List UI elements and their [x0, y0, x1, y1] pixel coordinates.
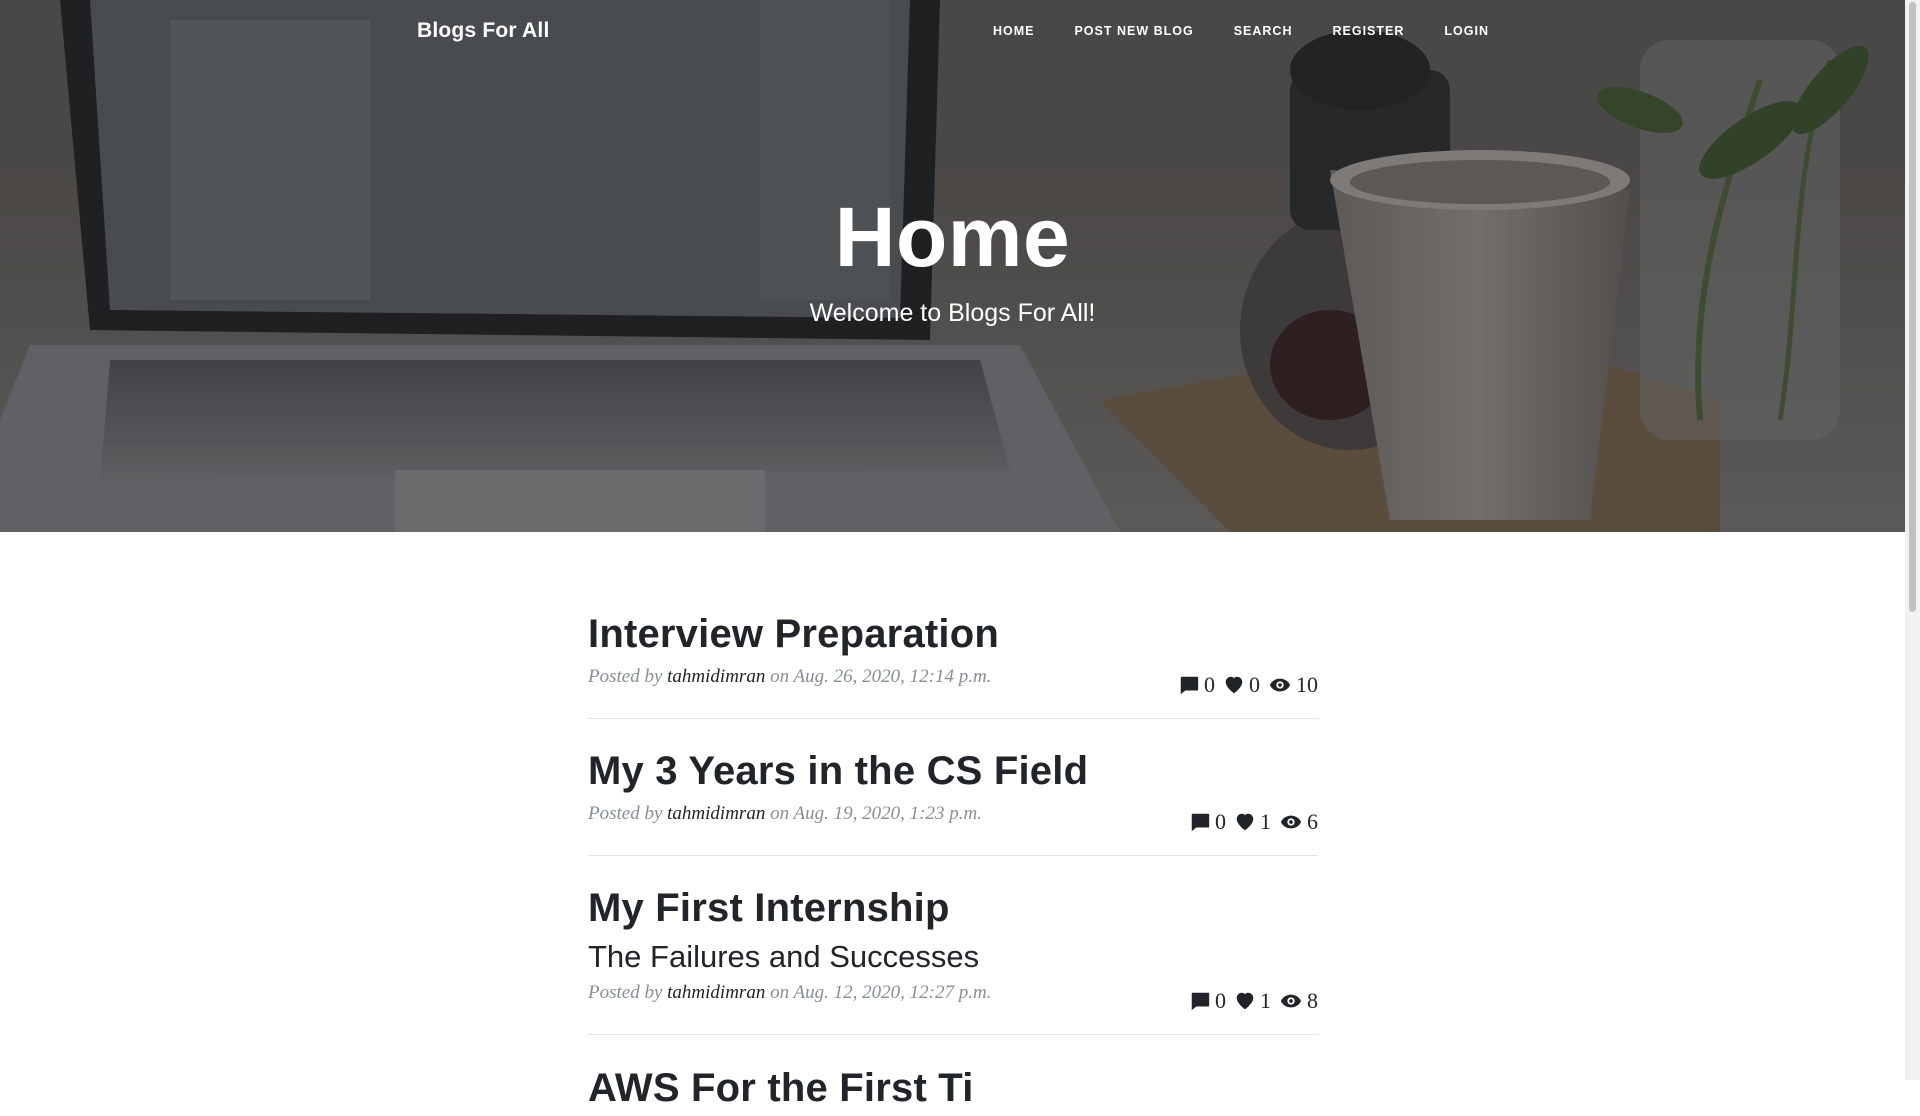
on-label: on: [770, 982, 790, 1003]
author-link[interactable]: tahmidimran: [667, 666, 765, 687]
view-count: 10: [1268, 672, 1318, 698]
post-date: Aug. 12, 2020, 12:27 p.m.: [793, 982, 992, 1003]
post-title[interactable]: AWS For the First Ti: [588, 1060, 974, 1116]
on-label: on: [770, 666, 790, 687]
post-stats: 0 1 6: [1181, 809, 1318, 835]
brand-link[interactable]: Blogs For All: [417, 19, 550, 43]
post-title[interactable]: Interview Preparation: [588, 606, 999, 662]
post-card: My First Internship The Failures and Suc…: [588, 880, 1318, 1035]
post-title[interactable]: My First Internship: [588, 880, 950, 936]
heart-icon: [1236, 813, 1254, 831]
on-label: on: [770, 803, 790, 824]
comment-count: 0: [1189, 809, 1226, 835]
heart-icon: [1236, 992, 1254, 1010]
scrollbar-thumb[interactable]: [1909, 2, 1916, 612]
author-link[interactable]: tahmidimran: [667, 982, 765, 1003]
comment-icon: [1180, 676, 1199, 695]
nav-link-login[interactable]: LOGIN: [1424, 24, 1489, 38]
view-count: 6: [1279, 809, 1318, 835]
post-meta: Posted by tahmidimran on Aug. 26, 2020, …: [588, 666, 991, 688]
eye-icon: [1269, 678, 1291, 692]
post-stats: 0 1 8: [1181, 988, 1318, 1014]
author-link[interactable]: tahmidimran: [667, 803, 765, 824]
eye-icon: [1280, 994, 1302, 1008]
like-count: 1: [1234, 809, 1271, 835]
post-card: Interview Preparation Posted by tahmidim…: [588, 606, 1318, 719]
like-count: 1: [1234, 988, 1271, 1014]
post-card: AWS For the First Ti: [588, 1060, 1318, 1110]
page-scrollbar[interactable]: [1905, 0, 1920, 1080]
like-count: 0: [1223, 672, 1260, 698]
comment-count: 0: [1178, 672, 1215, 698]
posts-overlay: Interview Preparation Posted by tahmidim…: [588, 0, 1318, 1110]
comment-icon: [1191, 813, 1210, 832]
post-meta: Posted by tahmidimran on Aug. 12, 2020, …: [588, 982, 991, 1004]
post-date: Aug. 19, 2020, 1:23 p.m.: [793, 803, 982, 824]
post-card: My 3 Years in the CS Field Posted by tah…: [588, 743, 1318, 856]
posted-by-label: Posted by: [588, 803, 663, 824]
post-stats: 0 0 10: [1170, 672, 1318, 698]
comment-count: 0: [1189, 988, 1226, 1014]
heart-icon: [1225, 676, 1243, 694]
post-meta: Posted by tahmidimran on Aug. 19, 2020, …: [588, 803, 982, 825]
posted-by-label: Posted by: [588, 982, 663, 1003]
view-count: 8: [1279, 988, 1318, 1014]
posted-by-label: Posted by: [588, 666, 663, 687]
nav-link-register[interactable]: REGISTER: [1313, 24, 1425, 38]
eye-icon: [1280, 815, 1302, 829]
comment-icon: [1191, 992, 1210, 1011]
post-title[interactable]: My 3 Years in the CS Field: [588, 743, 1088, 799]
post-subtitle: The Failures and Successes: [588, 939, 980, 974]
post-date: Aug. 26, 2020, 12:14 p.m.: [793, 666, 992, 687]
